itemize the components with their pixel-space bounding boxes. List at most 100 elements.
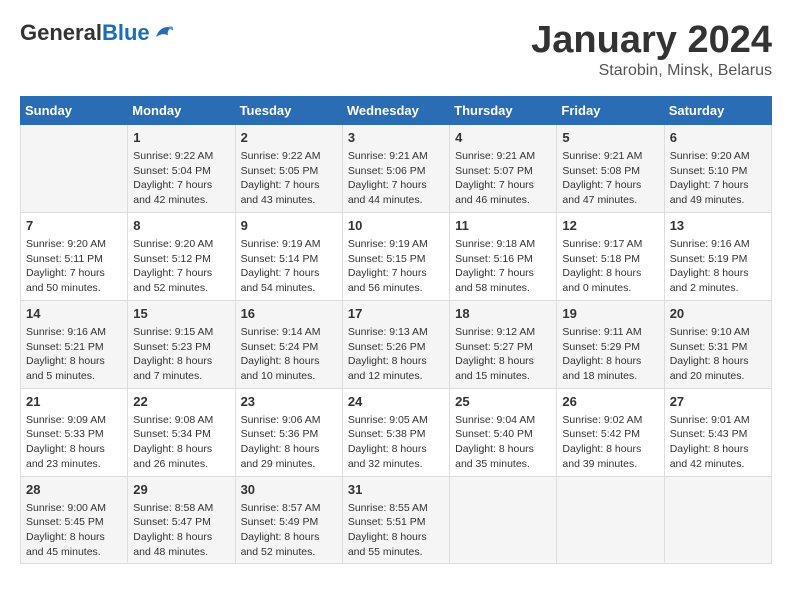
day-number: 6 [670,129,766,147]
calendar-cell: 22 Sunrise: 9:08 AM Sunset: 5:34 PM Dayli… [128,388,235,476]
title-block: January 2024 Starobin, Minsk, Belarus [531,20,772,80]
weekday-header-thursday: Thursday [450,96,557,124]
day-info: Sunrise: 9:21 AM Sunset: 5:07 PM Dayligh… [455,149,551,208]
calendar-cell: 6 Sunrise: 9:20 AM Sunset: 5:10 PM Daylig… [664,124,771,212]
day-info: Sunrise: 9:22 AM Sunset: 5:04 PM Dayligh… [133,149,229,208]
location-title: Starobin, Minsk, Belarus [531,62,772,80]
calendar-week-row: 21 Sunrise: 9:09 AM Sunset: 5:33 PM Dayli… [21,388,772,476]
calendar-cell: 26 Sunrise: 9:02 AM Sunset: 5:42 PM Dayli… [557,388,664,476]
day-number: 30 [241,481,337,499]
day-info: Sunrise: 9:16 AM Sunset: 5:21 PM Dayligh… [26,325,122,384]
day-number: 26 [562,393,658,411]
calendar-cell: 25Sunrise: 9:04 AM Sunset: 5:40 PM Dayli… [450,388,557,476]
day-number: 16 [241,305,337,323]
calendar-cell [557,476,664,564]
day-number: 10 [348,217,444,235]
calendar-cell [664,476,771,564]
weekday-header-wednesday: Wednesday [342,96,449,124]
day-info: Sunrise: 8:58 AM Sunset: 5:47 PM Dayligh… [133,501,229,560]
calendar-cell: 15 Sunrise: 9:15 AM Sunset: 5:23 PM Dayli… [128,300,235,388]
day-info: Sunrise: 9:05 AM Sunset: 5:38 PM Dayligh… [348,413,444,472]
calendar-cell: 2 Sunrise: 9:22 AM Sunset: 5:05 PM Daylig… [235,124,342,212]
weekday-header-monday: Monday [128,96,235,124]
calendar-cell: 7Sunrise: 9:20 AM Sunset: 5:11 PM Daylig… [21,212,128,300]
calendar-cell: 13Sunrise: 9:16 AM Sunset: 5:19 PM Dayli… [664,212,771,300]
day-info: Sunrise: 9:21 AM Sunset: 5:08 PM Dayligh… [562,149,658,208]
day-number: 28 [26,481,122,499]
calendar-cell: 21 Sunrise: 9:09 AM Sunset: 5:33 PM Dayli… [21,388,128,476]
day-info: Sunrise: 9:22 AM Sunset: 5:05 PM Dayligh… [241,149,337,208]
calendar-week-row: 14Sunrise: 9:16 AM Sunset: 5:21 PM Dayli… [21,300,772,388]
calendar-cell: 1 Sunrise: 9:22 AM Sunset: 5:04 PM Daylig… [128,124,235,212]
day-info: Sunrise: 9:11 AM Sunset: 5:29 PM Dayligh… [562,325,658,384]
calendar-cell: 31Sunrise: 8:55 AM Sunset: 5:51 PM Dayli… [342,476,449,564]
calendar-cell: 27Sunrise: 9:01 AM Sunset: 5:43 PM Dayli… [664,388,771,476]
calendar-cell: 4Sunrise: 9:21 AM Sunset: 5:07 PM Daylig… [450,124,557,212]
day-number: 2 [241,129,337,147]
day-info: Sunrise: 9:20 AM Sunset: 5:10 PM Dayligh… [670,149,766,208]
day-number: 29 [133,481,229,499]
day-number: 13 [670,217,766,235]
day-info: Sunrise: 9:12 AM Sunset: 5:27 PM Dayligh… [455,325,551,384]
calendar-body: 1 Sunrise: 9:22 AM Sunset: 5:04 PM Daylig… [21,124,772,564]
day-info: Sunrise: 9:19 AM Sunset: 5:15 PM Dayligh… [348,237,444,296]
day-number: 9 [241,217,337,235]
logo-bird-icon [152,21,176,45]
day-info: Sunrise: 9:00 AM Sunset: 5:45 PM Dayligh… [26,501,122,560]
day-info: Sunrise: 9:20 AM Sunset: 5:12 PM Dayligh… [133,237,229,296]
weekday-row: SundayMondayTuesdayWednesdayThursdayFrid… [21,96,772,124]
calendar-cell: 20Sunrise: 9:10 AM Sunset: 5:31 PM Dayli… [664,300,771,388]
calendar-week-row: 1 Sunrise: 9:22 AM Sunset: 5:04 PM Daylig… [21,124,772,212]
calendar-cell [450,476,557,564]
day-info: Sunrise: 9:04 AM Sunset: 5:40 PM Dayligh… [455,413,551,472]
calendar-cell: 12 Sunrise: 9:17 AM Sunset: 5:18 PM Dayli… [557,212,664,300]
calendar-cell: 14Sunrise: 9:16 AM Sunset: 5:21 PM Dayli… [21,300,128,388]
calendar-cell: 18 Sunrise: 9:12 AM Sunset: 5:27 PM Dayli… [450,300,557,388]
day-number: 7 [26,217,122,235]
day-number: 12 [562,217,658,235]
day-number: 3 [348,129,444,147]
calendar-cell [21,124,128,212]
calendar-cell: 9 Sunrise: 9:19 AM Sunset: 5:14 PM Daylig… [235,212,342,300]
calendar-cell: 10 Sunrise: 9:19 AM Sunset: 5:15 PM Dayli… [342,212,449,300]
page-header: GeneralBlue January 2024 Starobin, Minsk… [20,20,772,80]
logo: GeneralBlue [20,20,176,46]
day-number: 1 [133,129,229,147]
logo-general: General [20,20,102,45]
day-info: Sunrise: 9:01 AM Sunset: 5:43 PM Dayligh… [670,413,766,472]
day-info: Sunrise: 9:15 AM Sunset: 5:23 PM Dayligh… [133,325,229,384]
calendar-cell: 8 Sunrise: 9:20 AM Sunset: 5:12 PM Daylig… [128,212,235,300]
day-number: 11 [455,217,551,235]
day-number: 22 [133,393,229,411]
day-info: Sunrise: 9:08 AM Sunset: 5:34 PM Dayligh… [133,413,229,472]
calendar-week-row: 28 Sunrise: 9:00 AM Sunset: 5:45 PM Dayli… [21,476,772,564]
weekday-header-sunday: Sunday [21,96,128,124]
month-title: January 2024 [531,20,772,62]
day-number: 8 [133,217,229,235]
calendar-table: SundayMondayTuesdayWednesdayThursdayFrid… [20,96,772,565]
day-info: Sunrise: 9:18 AM Sunset: 5:16 PM Dayligh… [455,237,551,296]
day-info: Sunrise: 9:02 AM Sunset: 5:42 PM Dayligh… [562,413,658,472]
day-info: Sunrise: 9:17 AM Sunset: 5:18 PM Dayligh… [562,237,658,296]
weekday-header-friday: Friday [557,96,664,124]
calendar-week-row: 7Sunrise: 9:20 AM Sunset: 5:11 PM Daylig… [21,212,772,300]
day-info: Sunrise: 9:10 AM Sunset: 5:31 PM Dayligh… [670,325,766,384]
day-number: 18 [455,305,551,323]
calendar-cell: 5Sunrise: 9:21 AM Sunset: 5:08 PM Daylig… [557,124,664,212]
day-number: 17 [348,305,444,323]
calendar-cell: 17Sunrise: 9:13 AM Sunset: 5:26 PM Dayli… [342,300,449,388]
day-info: Sunrise: 9:06 AM Sunset: 5:36 PM Dayligh… [241,413,337,472]
weekday-header-saturday: Saturday [664,96,771,124]
day-number: 31 [348,481,444,499]
logo-text: GeneralBlue [20,20,150,46]
calendar-cell: 29 Sunrise: 8:58 AM Sunset: 5:47 PM Dayli… [128,476,235,564]
day-info: Sunrise: 9:09 AM Sunset: 5:33 PM Dayligh… [26,413,122,472]
day-info: Sunrise: 9:19 AM Sunset: 5:14 PM Dayligh… [241,237,337,296]
calendar-cell: 11 Sunrise: 9:18 AM Sunset: 5:16 PM Dayli… [450,212,557,300]
calendar-cell: 24Sunrise: 9:05 AM Sunset: 5:38 PM Dayli… [342,388,449,476]
day-number: 15 [133,305,229,323]
day-number: 19 [562,305,658,323]
day-number: 21 [26,393,122,411]
calendar-cell: 23 Sunrise: 9:06 AM Sunset: 5:36 PM Dayli… [235,388,342,476]
day-number: 23 [241,393,337,411]
